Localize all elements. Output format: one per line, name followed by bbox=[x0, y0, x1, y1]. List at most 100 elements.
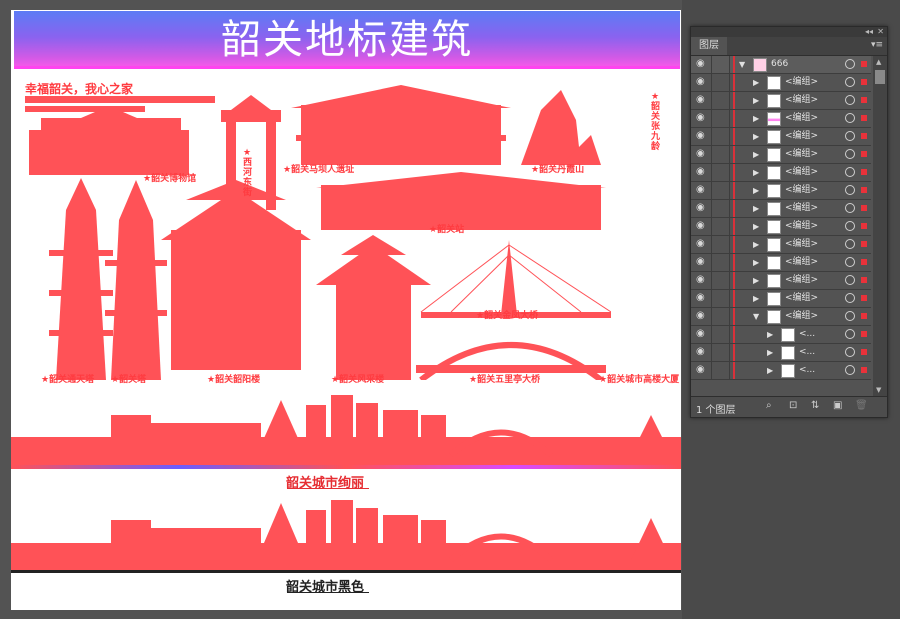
chevron-right-icon[interactable]: ▶ bbox=[753, 113, 759, 124]
selection-indicator[interactable] bbox=[861, 367, 867, 373]
layer-name[interactable]: <编组> bbox=[785, 130, 818, 142]
chevron-down-icon[interactable]: ▼ bbox=[753, 311, 759, 322]
layer-row[interactable]: ◉ ▶ <编组> bbox=[691, 236, 871, 254]
layer-row[interactable]: ◉ ▶ <编组> bbox=[691, 200, 871, 218]
layer-row[interactable]: ◉ ▶ <编组> bbox=[691, 272, 871, 290]
eye-icon[interactable]: ◉ bbox=[696, 256, 708, 268]
layer-name[interactable]: <... bbox=[799, 346, 815, 358]
selection-indicator[interactable] bbox=[861, 241, 867, 247]
layer-row-top[interactable]: ◉ ▼ 666 bbox=[691, 56, 871, 74]
layer-name[interactable]: <编组> bbox=[785, 256, 818, 268]
eye-icon[interactable]: ◉ bbox=[696, 94, 708, 106]
chevron-right-icon[interactable]: ▶ bbox=[753, 221, 759, 232]
target-icon[interactable] bbox=[845, 95, 855, 105]
selection-indicator[interactable] bbox=[861, 259, 867, 265]
layer-row[interactable]: ◉ ▶ <... bbox=[691, 362, 871, 380]
search-icon[interactable]: ⌕ bbox=[766, 400, 772, 411]
layer-name[interactable]: <... bbox=[799, 364, 815, 376]
target-icon[interactable] bbox=[845, 203, 855, 213]
layer-name[interactable]: <编组> bbox=[785, 94, 818, 106]
layer-name[interactable]: 666 bbox=[771, 58, 788, 70]
layer-row[interactable]: ◉ ▶ <编组> bbox=[691, 110, 871, 128]
new-layer-icon[interactable]: ▣ bbox=[833, 400, 842, 411]
layer-name[interactable]: <编组> bbox=[785, 184, 818, 196]
layer-row[interactable]: ◉ ▶ <编组> bbox=[691, 164, 871, 182]
chevron-right-icon[interactable]: ▶ bbox=[753, 257, 759, 268]
panel-titlebar[interactable]: ◂◂ ✕ bbox=[691, 27, 887, 37]
eye-icon[interactable]: ◉ bbox=[696, 202, 708, 214]
eye-icon[interactable]: ◉ bbox=[696, 364, 708, 376]
collapse-icon[interactable]: ◂◂ bbox=[865, 27, 873, 37]
artboard[interactable]: 韶关地标建筑 幸福韶关，我心之家 ★韶关博物馆 ★西河东街 ★韶关马坝人遗址 ★… bbox=[11, 10, 681, 610]
target-icon[interactable] bbox=[845, 113, 855, 123]
eye-icon[interactable]: ◉ bbox=[696, 238, 708, 250]
chevron-right-icon[interactable]: ▶ bbox=[753, 167, 759, 178]
layer-row[interactable]: ◉ ▶ <编组> bbox=[691, 218, 871, 236]
move-icon[interactable]: ⇅ bbox=[811, 400, 819, 411]
scrollbar[interactable]: ▲ ▼ bbox=[873, 56, 887, 396]
target-icon[interactable] bbox=[845, 221, 855, 231]
eye-icon[interactable]: ◉ bbox=[696, 166, 708, 178]
selection-indicator[interactable] bbox=[861, 151, 867, 157]
selection-indicator[interactable] bbox=[861, 169, 867, 175]
layer-row[interactable]: ◉ ▶ <编组> bbox=[691, 290, 871, 308]
target-icon[interactable] bbox=[845, 185, 855, 195]
selection-indicator[interactable] bbox=[861, 115, 867, 121]
layer-name[interactable]: <... bbox=[799, 328, 815, 340]
layer-name[interactable]: <编组> bbox=[785, 166, 818, 178]
eye-icon[interactable]: ◉ bbox=[696, 346, 708, 358]
target-icon[interactable] bbox=[845, 59, 855, 69]
chevron-right-icon[interactable]: ▶ bbox=[753, 185, 759, 196]
layer-row[interactable]: ◉ ▶ <... bbox=[691, 344, 871, 362]
selection-indicator[interactable] bbox=[861, 277, 867, 283]
tab-layers[interactable]: 图层 bbox=[691, 37, 727, 55]
chevron-right-icon[interactable]: ▶ bbox=[767, 347, 773, 358]
target-icon[interactable] bbox=[845, 239, 855, 249]
target-icon[interactable] bbox=[845, 311, 855, 321]
selection-indicator[interactable] bbox=[861, 331, 867, 337]
chevron-right-icon[interactable]: ▶ bbox=[753, 239, 759, 250]
selection-indicator[interactable] bbox=[861, 79, 867, 85]
chevron-right-icon[interactable]: ▶ bbox=[753, 203, 759, 214]
selection-indicator[interactable] bbox=[861, 133, 867, 139]
selection-indicator[interactable] bbox=[861, 97, 867, 103]
close-icon[interactable]: ✕ bbox=[877, 27, 884, 37]
eye-icon[interactable]: ◉ bbox=[696, 274, 708, 286]
layer-row[interactable]: ◉ ▶ <编组> bbox=[691, 92, 871, 110]
selection-indicator[interactable] bbox=[861, 205, 867, 211]
eye-icon[interactable]: ◉ bbox=[696, 130, 708, 142]
target-icon[interactable] bbox=[845, 329, 855, 339]
chevron-right-icon[interactable]: ▶ bbox=[767, 329, 773, 340]
selection-indicator[interactable] bbox=[861, 349, 867, 355]
target-icon[interactable] bbox=[845, 131, 855, 141]
eye-icon[interactable]: ◉ bbox=[696, 76, 708, 88]
chevron-right-icon[interactable]: ▶ bbox=[767, 365, 773, 376]
layers-panel[interactable]: ◂◂ ✕ 图层 ▾≡ ◉ ▼ 666 ◉ ▶ <编组> ◉ ▶ <编组> ◉ ▶ <编组> ◉ ▶ <… bbox=[690, 26, 888, 418]
layer-row[interactable]: ◉ ▶ <编组> bbox=[691, 128, 871, 146]
layer-row[interactable]: ◉ ▶ <... bbox=[691, 326, 871, 344]
scroll-up-icon[interactable]: ▲ bbox=[876, 58, 881, 66]
chevron-right-icon[interactable]: ▶ bbox=[753, 149, 759, 160]
selection-indicator[interactable] bbox=[861, 295, 867, 301]
chevron-right-icon[interactable]: ▶ bbox=[753, 131, 759, 142]
target-icon[interactable] bbox=[845, 365, 855, 375]
chevron-right-icon[interactable]: ▶ bbox=[753, 95, 759, 106]
layer-row[interactable]: ◉ ▶ <编组> bbox=[691, 182, 871, 200]
layers-list[interactable]: ◉ ▼ 666 ◉ ▶ <编组> ◉ ▶ <编组> ◉ ▶ <编组> ◉ ▶ <编组> ◉ ▶ <编组> ◉ ▶… bbox=[691, 56, 871, 396]
chevron-right-icon[interactable]: ▶ bbox=[753, 77, 759, 88]
layer-name[interactable]: <编组> bbox=[785, 148, 818, 160]
eye-icon[interactable]: ◉ bbox=[696, 292, 708, 304]
layer-row[interactable]: ◉ ▶ <编组> bbox=[691, 254, 871, 272]
chevron-right-icon[interactable]: ▶ bbox=[753, 293, 759, 304]
selection-indicator[interactable] bbox=[861, 223, 867, 229]
layer-name[interactable]: <编组> bbox=[785, 274, 818, 286]
target-icon[interactable] bbox=[845, 167, 855, 177]
eye-icon[interactable]: ◉ bbox=[696, 184, 708, 196]
scroll-thumb[interactable] bbox=[875, 70, 885, 84]
eye-icon[interactable]: ◉ bbox=[696, 148, 708, 160]
chevron-right-icon[interactable]: ▶ bbox=[753, 275, 759, 286]
layer-row[interactable]: ◉ ▼ <编组> bbox=[691, 308, 871, 326]
eye-icon[interactable]: ◉ bbox=[696, 58, 708, 70]
layer-name[interactable]: <编组> bbox=[785, 238, 818, 250]
target-icon[interactable] bbox=[845, 257, 855, 267]
